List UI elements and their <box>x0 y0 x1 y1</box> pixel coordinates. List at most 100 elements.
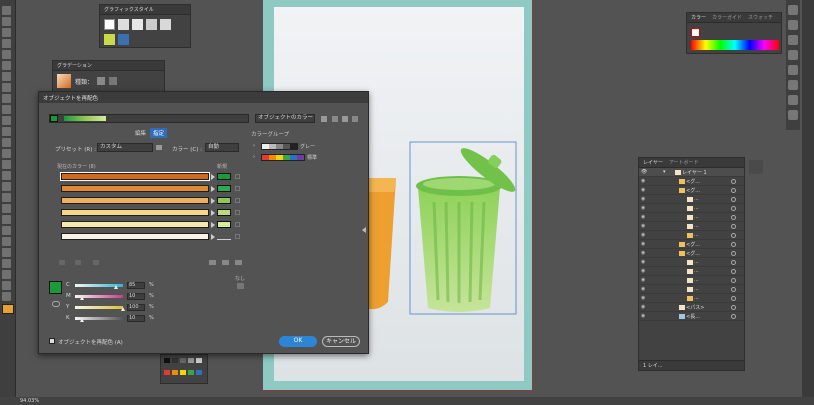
tab-color-guide[interactable]: カラーガイド <box>712 14 742 21</box>
symbol-sprayer-tool-icon[interactable] <box>2 237 11 246</box>
row-toggle-checkbox[interactable] <box>235 234 240 239</box>
tab-color[interactable]: カラー <box>691 14 706 21</box>
visibility-eye-icon[interactable]: ◉ <box>641 268 651 274</box>
tab-layers[interactable]: レイヤー <box>643 159 663 166</box>
current-color-bar[interactable] <box>60 172 210 181</box>
target-circle-icon[interactable] <box>731 232 736 238</box>
layer-row-top[interactable]: 👁 ▾ レイヤー 1 <box>639 168 744 177</box>
layer-row[interactable]: ◉... <box>639 222 744 231</box>
swatch[interactable] <box>180 358 186 363</box>
target-circle-icon[interactable] <box>731 178 736 184</box>
gradient-preview[interactable] <box>57 74 71 88</box>
target-circle-icon[interactable] <box>731 187 736 193</box>
line-tool-icon[interactable] <box>2 72 11 81</box>
slider-value-field[interactable]: 10 <box>127 293 145 300</box>
visibility-eye-icon[interactable]: ◉ <box>641 313 651 319</box>
properties-icon[interactable] <box>788 5 798 15</box>
swatch[interactable] <box>172 358 178 363</box>
zoom-level[interactable]: 94.03% <box>20 398 39 404</box>
layer-row[interactable]: ◉ <長... <box>639 312 744 321</box>
symbols-icon[interactable] <box>788 50 798 60</box>
visibility-eye-icon[interactable]: ◉ <box>641 178 651 184</box>
brushes-icon[interactable] <box>788 35 798 45</box>
tab-artboards[interactable]: アートボード <box>669 159 699 166</box>
mapping-arrow-icon[interactable] <box>211 222 215 228</box>
swatch[interactable] <box>196 369 202 375</box>
eraser-tool-icon[interactable] <box>2 116 11 125</box>
rotate-tool-icon[interactable] <box>2 127 11 136</box>
preset-options-icon[interactable] <box>156 145 162 150</box>
orange-trash-can[interactable] <box>366 172 396 312</box>
layer-row[interactable]: ◉ <グ... <box>639 249 744 258</box>
colors-dropdown[interactable]: 自動 <box>205 143 239 152</box>
target-circle-icon[interactable] <box>731 295 736 301</box>
graph-tool-icon[interactable] <box>2 248 11 257</box>
color-group-row[interactable] <box>261 143 298 150</box>
target-circle-icon[interactable] <box>731 250 736 256</box>
new-color-swatch[interactable] <box>217 221 231 228</box>
transparency-icon[interactable] <box>788 80 798 90</box>
target-circle-icon[interactable] <box>731 259 736 265</box>
target-circle-icon[interactable] <box>731 223 736 229</box>
delete-group-icon[interactable] <box>352 116 358 122</box>
swatch[interactable] <box>188 358 194 363</box>
graphic-style-swatch[interactable] <box>104 34 115 45</box>
mapping-arrow-icon[interactable] <box>211 198 215 204</box>
graphic-style-swatch[interactable] <box>160 19 171 30</box>
swatch[interactable] <box>164 369 170 375</box>
selected-color-swatch[interactable] <box>49 281 62 294</box>
swatch[interactable] <box>172 369 178 375</box>
align-icon[interactable] <box>788 110 798 120</box>
expand-chevron-icon[interactable]: › <box>253 154 255 160</box>
color-mode-icon[interactable] <box>237 283 244 289</box>
visibility-eye-icon[interactable]: ◉ <box>641 286 651 292</box>
row-toggle-checkbox[interactable] <box>235 186 240 191</box>
graphic-style-swatch[interactable] <box>146 19 157 30</box>
slider-thumb[interactable] <box>114 285 118 289</box>
side-dock-icon[interactable] <box>749 160 763 174</box>
shape-builder-tool-icon[interactable] <box>2 171 11 180</box>
mapping-arrow-icon[interactable] <box>211 174 215 180</box>
eyedropper-tool-icon[interactable] <box>2 215 11 224</box>
active-colors-strip[interactable] <box>64 116 106 121</box>
tab-edit[interactable]: 編集 <box>135 129 146 137</box>
ok-button[interactable]: OK <box>279 336 317 347</box>
color-group-row[interactable] <box>261 154 305 161</box>
visibility-eye-icon[interactable]: ◉ <box>641 277 651 283</box>
target-circle-icon[interactable] <box>731 214 736 220</box>
separate-rows-icon[interactable] <box>93 260 99 265</box>
new-color-swatch[interactable] <box>217 173 231 180</box>
preset-dropdown[interactable]: カスタム <box>97 143 153 152</box>
tab-assign[interactable]: 指定 <box>150 128 168 138</box>
randomize-order-icon[interactable] <box>235 260 242 265</box>
expand-chevron-icon[interactable]: › <box>253 143 255 149</box>
layer-row[interactable]: ◉... <box>639 213 744 222</box>
target-circle-icon[interactable] <box>731 205 736 211</box>
color-group-swatch[interactable] <box>50 115 58 122</box>
free-transform-tool-icon[interactable] <box>2 160 11 169</box>
rectangle-tool-icon[interactable] <box>2 83 11 92</box>
new-color-swatch[interactable] <box>217 233 231 240</box>
graphic-style-swatch[interactable] <box>118 19 129 30</box>
paintbrush-tool-icon[interactable] <box>2 94 11 103</box>
add-row-icon[interactable] <box>59 260 65 265</box>
mesh-tool-icon[interactable] <box>2 193 11 202</box>
graphic-style-swatch[interactable] <box>118 34 129 45</box>
current-color-bar[interactable] <box>61 197 209 204</box>
layer-row[interactable]: ◉ <グ... <box>639 177 744 186</box>
new-color-swatch[interactable] <box>217 197 231 204</box>
scale-tool-icon[interactable] <box>2 138 11 147</box>
perspective-tool-icon[interactable] <box>2 182 11 191</box>
target-circle-icon[interactable] <box>731 268 736 274</box>
recolor-checkbox[interactable] <box>49 338 55 344</box>
row-toggle-checkbox[interactable] <box>235 222 240 227</box>
visibility-eye-icon[interactable]: ◉ <box>641 304 651 310</box>
visibility-eye-icon[interactable]: ◉ <box>641 259 651 265</box>
visibility-eye-icon[interactable]: ◉ <box>641 241 651 247</box>
graphic-style-swatch[interactable] <box>104 19 115 30</box>
slider-thumb[interactable] <box>80 318 84 322</box>
visibility-eye-icon[interactable]: ◉ <box>641 196 651 202</box>
current-color-bar[interactable] <box>61 185 209 192</box>
green-trash-can[interactable] <box>408 140 523 320</box>
slider-value-field[interactable]: 10 <box>127 315 145 322</box>
